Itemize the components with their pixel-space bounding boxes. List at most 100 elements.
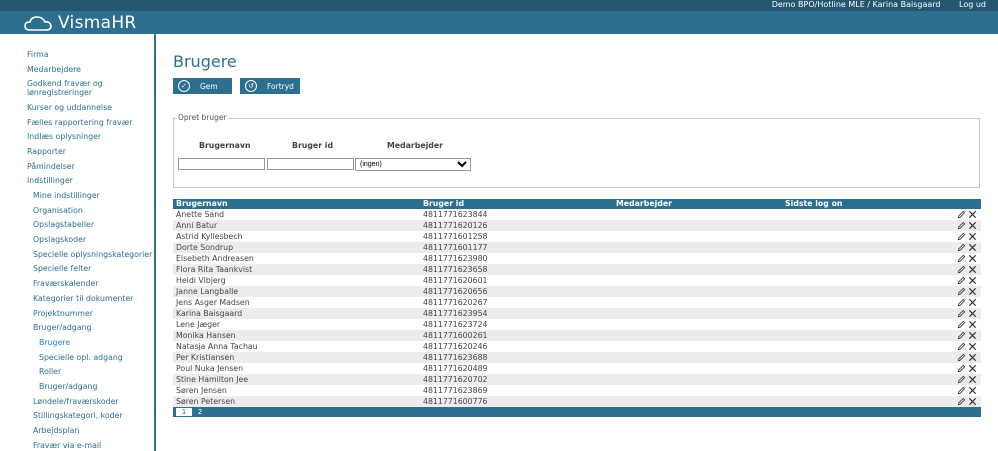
- delete-button[interactable]: [968, 331, 977, 340]
- sidebar-item[interactable]: Påmindelser: [0, 162, 154, 178]
- edit-button[interactable]: [957, 309, 966, 318]
- cancel-button[interactable]: ↺ Fortryd: [240, 78, 300, 94]
- col-header-userid[interactable]: Bruger id: [423, 199, 464, 209]
- sidebar-item[interactable]: Fælles rapportering fravær: [0, 118, 154, 134]
- delete-button[interactable]: [968, 210, 977, 219]
- save-button[interactable]: ✓ Gem: [173, 78, 232, 94]
- delete-button[interactable]: [968, 232, 977, 241]
- row-userid: 4811771623724: [423, 320, 488, 329]
- sidebar-item[interactable]: Specielle opl. adgang: [0, 353, 154, 369]
- logout-link[interactable]: Log ud: [959, 0, 986, 9]
- table-row[interactable]: Anni Batur 4811771620126: [173, 220, 981, 231]
- delete-button[interactable]: [968, 375, 977, 384]
- edit-button[interactable]: [957, 375, 966, 384]
- delete-button[interactable]: [968, 342, 977, 351]
- sidebar-item[interactable]: Bruger/adgang: [0, 382, 154, 398]
- edit-button[interactable]: [957, 265, 966, 274]
- row-actions: [957, 298, 977, 307]
- userid-input[interactable]: [267, 158, 354, 170]
- table-row[interactable]: Heidi Vibjerg 4811771620601: [173, 275, 981, 286]
- logo[interactable]: VismaHR: [24, 11, 137, 34]
- col-header-employee[interactable]: Medarbejder: [616, 199, 672, 209]
- edit-button[interactable]: [957, 364, 966, 373]
- sidebar-item[interactable]: Brugere: [0, 338, 154, 354]
- sidebar-item[interactable]: Indlæs oplysninger: [0, 133, 154, 148]
- delete-button[interactable]: [968, 221, 977, 230]
- sidebar-item[interactable]: Firma: [0, 50, 154, 66]
- table-row[interactable]: Dorte Sondrup 4811771601177: [173, 242, 981, 253]
- edit-button[interactable]: [957, 254, 966, 263]
- table-row[interactable]: Monika Hansen 4811771600261: [173, 330, 981, 341]
- sidebar-item[interactable]: Kurser og uddannelse: [0, 103, 154, 119]
- username-input[interactable]: [178, 158, 265, 170]
- sidebar-item[interactable]: Specielle felter: [0, 265, 154, 280]
- sidebar-item[interactable]: Opslagstabeller: [0, 221, 154, 236]
- sidebar-item[interactable]: Godkend fravær og lønregistreringer: [0, 80, 140, 104]
- edit-button[interactable]: [957, 210, 966, 219]
- table-row[interactable]: Poul Nuka Jensen 4811771620489: [173, 363, 981, 374]
- table-row[interactable]: Lene Jæger 4811771623724: [173, 319, 981, 330]
- edit-button[interactable]: [957, 298, 966, 307]
- sidebar-item[interactable]: Projektnummer: [0, 309, 154, 325]
- table-row[interactable]: Janne Langballe 4811771620656: [173, 286, 981, 297]
- col-header-username[interactable]: Brugernavn: [176, 199, 228, 209]
- delete-button[interactable]: [968, 243, 977, 252]
- table-row[interactable]: Stine Hamilton Jee 4811771620702: [173, 374, 981, 385]
- sidebar-item[interactable]: Mine indstillinger: [0, 191, 154, 207]
- sidebar-item[interactable]: Indstillinger: [0, 177, 154, 192]
- sidebar-item[interactable]: Roller: [0, 368, 154, 383]
- sidebar-item[interactable]: Opslagskoder: [0, 235, 154, 251]
- delete-button[interactable]: [968, 309, 977, 318]
- sidebar-item[interactable]: Medarbejdere: [0, 65, 154, 81]
- sidebar-item[interactable]: Fraværskalender: [0, 279, 154, 295]
- table-row[interactable]: Natasja Anna Tachau 4811771620246: [173, 341, 981, 352]
- edit-button[interactable]: [957, 232, 966, 241]
- table-row[interactable]: Søren Petersen 4811771600776: [173, 396, 981, 407]
- delete-button[interactable]: [968, 265, 977, 274]
- table-row[interactable]: Søren Jensen 4811771623869: [173, 385, 981, 396]
- sidebar-item[interactable]: Fravær via e-mail: [0, 441, 154, 451]
- delete-button[interactable]: [968, 254, 977, 263]
- edit-button[interactable]: [957, 342, 966, 351]
- page-1-link[interactable]: 1: [176, 408, 192, 416]
- delete-button[interactable]: [968, 353, 977, 362]
- edit-button[interactable]: [957, 243, 966, 252]
- logo-text: VismaHR: [58, 12, 137, 33]
- col-header-last-logon[interactable]: Sidste log on: [785, 199, 842, 209]
- edit-button[interactable]: [957, 276, 966, 285]
- table-row[interactable]: Flora Rita Taankvist 4811771623658: [173, 264, 981, 275]
- sidebar-item[interactable]: Løndele/fraværskoder: [0, 397, 154, 413]
- pencil-icon: [957, 254, 966, 263]
- delete-button[interactable]: [968, 276, 977, 285]
- sidebar-item[interactable]: Specielle oplysningskategorier: [0, 250, 154, 266]
- edit-button[interactable]: [957, 397, 966, 406]
- table-row[interactable]: Jens Asger Madsen 4811771620267: [173, 297, 981, 308]
- edit-button[interactable]: [957, 320, 966, 329]
- sidebar-item[interactable]: Bruger/adgang: [0, 324, 154, 339]
- table-row[interactable]: Anette Sand 4811771623844: [173, 209, 981, 220]
- edit-button[interactable]: [957, 221, 966, 230]
- delete-button[interactable]: [968, 320, 977, 329]
- edit-button[interactable]: [957, 386, 966, 395]
- sidebar-item[interactable]: Kategorier til dokumenter: [0, 294, 154, 310]
- employee-select[interactable]: (ingen): [355, 158, 471, 171]
- sidebar-item[interactable]: Rapporter: [0, 147, 154, 163]
- username-column-label: Brugernavn: [199, 141, 251, 150]
- delete-button[interactable]: [968, 364, 977, 373]
- edit-button[interactable]: [957, 353, 966, 362]
- edit-button[interactable]: [957, 331, 966, 340]
- sidebar-item[interactable]: Organisation: [0, 206, 154, 222]
- delete-button[interactable]: [968, 386, 977, 395]
- table-row[interactable]: Astrid Kyllesbech 4811771601258: [173, 231, 981, 242]
- table-row[interactable]: Elsebeth Andreasen 4811771623980: [173, 253, 981, 264]
- current-user-label[interactable]: Demo BPO/Hotline MLE / Karina Baisgaard: [772, 0, 941, 9]
- table-row[interactable]: Karina Baisgaard 4811771623954: [173, 308, 981, 319]
- edit-button[interactable]: [957, 287, 966, 296]
- delete-button[interactable]: [968, 287, 977, 296]
- delete-button[interactable]: [968, 298, 977, 307]
- delete-button[interactable]: [968, 397, 977, 406]
- sidebar-item[interactable]: Stillingskategori, koder: [0, 412, 154, 427]
- table-row[interactable]: Per Kristiansen 4811771623688: [173, 352, 981, 363]
- page-2-link[interactable]: 2: [195, 408, 205, 416]
- sidebar-item[interactable]: Arbejdsplan: [0, 426, 154, 442]
